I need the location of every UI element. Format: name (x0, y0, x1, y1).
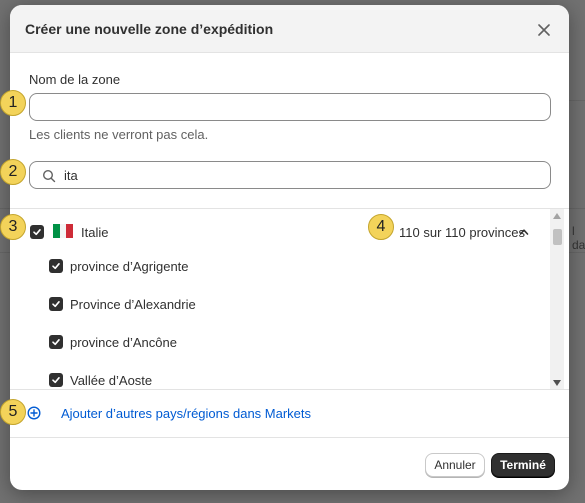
province-checkbox[interactable] (49, 335, 63, 349)
province-row[interactable]: Province d’Alexandrie (10, 285, 550, 323)
scrollbar-thumb[interactable] (553, 229, 562, 245)
dialog-footer: Annuler Terminé (10, 438, 569, 490)
search-icon (42, 169, 56, 183)
province-count-toggle[interactable]: 110 sur 110 provinces (399, 225, 525, 240)
province-name: Vallée d’Aoste (70, 373, 153, 388)
zone-name-label: Nom de la zone (29, 72, 121, 87)
scroll-down-arrow-icon[interactable] (553, 380, 561, 386)
annotation-marker-5: 5 (0, 399, 26, 425)
country-row-italie[interactable]: Italie 110 sur 110 provinces (10, 209, 550, 247)
checkmark-icon (52, 377, 60, 384)
province-name: province d’Agrigente (70, 259, 189, 274)
plus-circle-icon[interactable] (27, 406, 41, 420)
province-checkbox[interactable] (49, 259, 63, 273)
checkmark-icon (52, 301, 60, 308)
dialog-header: Créer une nouvelle zone d’expédition (10, 5, 569, 53)
annotation-marker-2: 2 (0, 159, 26, 185)
done-button[interactable]: Terminé (491, 453, 555, 477)
annotation-marker-1: 1 (0, 90, 26, 116)
checkmark-icon (52, 339, 60, 346)
country-name: Italie (81, 225, 109, 240)
checkmark-icon (52, 263, 60, 270)
close-icon (538, 24, 550, 36)
scroll-up-arrow-icon[interactable] (553, 213, 561, 219)
province-name: Province d’Alexandrie (70, 297, 196, 312)
zone-name-help-text: Les clients ne verront pas cela. (29, 127, 209, 142)
province-row[interactable]: province d’Agrigente (10, 247, 550, 285)
add-markets-link[interactable]: Ajouter d’autres pays/régions dans Marke… (61, 406, 311, 421)
zone-name-input[interactable] (29, 93, 551, 121)
province-checkbox[interactable] (49, 297, 63, 311)
province-name: province d’Ancône (70, 335, 177, 350)
province-row[interactable]: Vallée d’Aoste (10, 361, 550, 390)
add-markets-row: Ajouter d’autres pays/régions dans Marke… (10, 390, 569, 438)
country-list: Italie 110 sur 110 provinces province d’… (10, 209, 569, 390)
annotation-marker-3: 3 (0, 214, 26, 240)
search-input[interactable] (64, 162, 544, 188)
annotation-marker-4: 4 (368, 214, 394, 240)
search-field[interactable] (29, 161, 551, 189)
dialog-title: Créer une nouvelle zone d’expédition (25, 21, 274, 37)
list-scrollbar[interactable] (550, 209, 564, 390)
cancel-button[interactable]: Annuler (425, 453, 485, 477)
country-checkbox[interactable] (30, 225, 44, 239)
province-checkbox[interactable] (49, 373, 63, 387)
close-button[interactable] (534, 20, 554, 40)
chevron-up-icon[interactable] (519, 228, 529, 236)
checkmark-icon (33, 229, 41, 236)
province-row[interactable]: province d’Ancône (10, 323, 550, 361)
create-zone-dialog: Créer une nouvelle zone d’expédition Nom… (10, 5, 569, 490)
italy-flag-icon (53, 224, 74, 238)
